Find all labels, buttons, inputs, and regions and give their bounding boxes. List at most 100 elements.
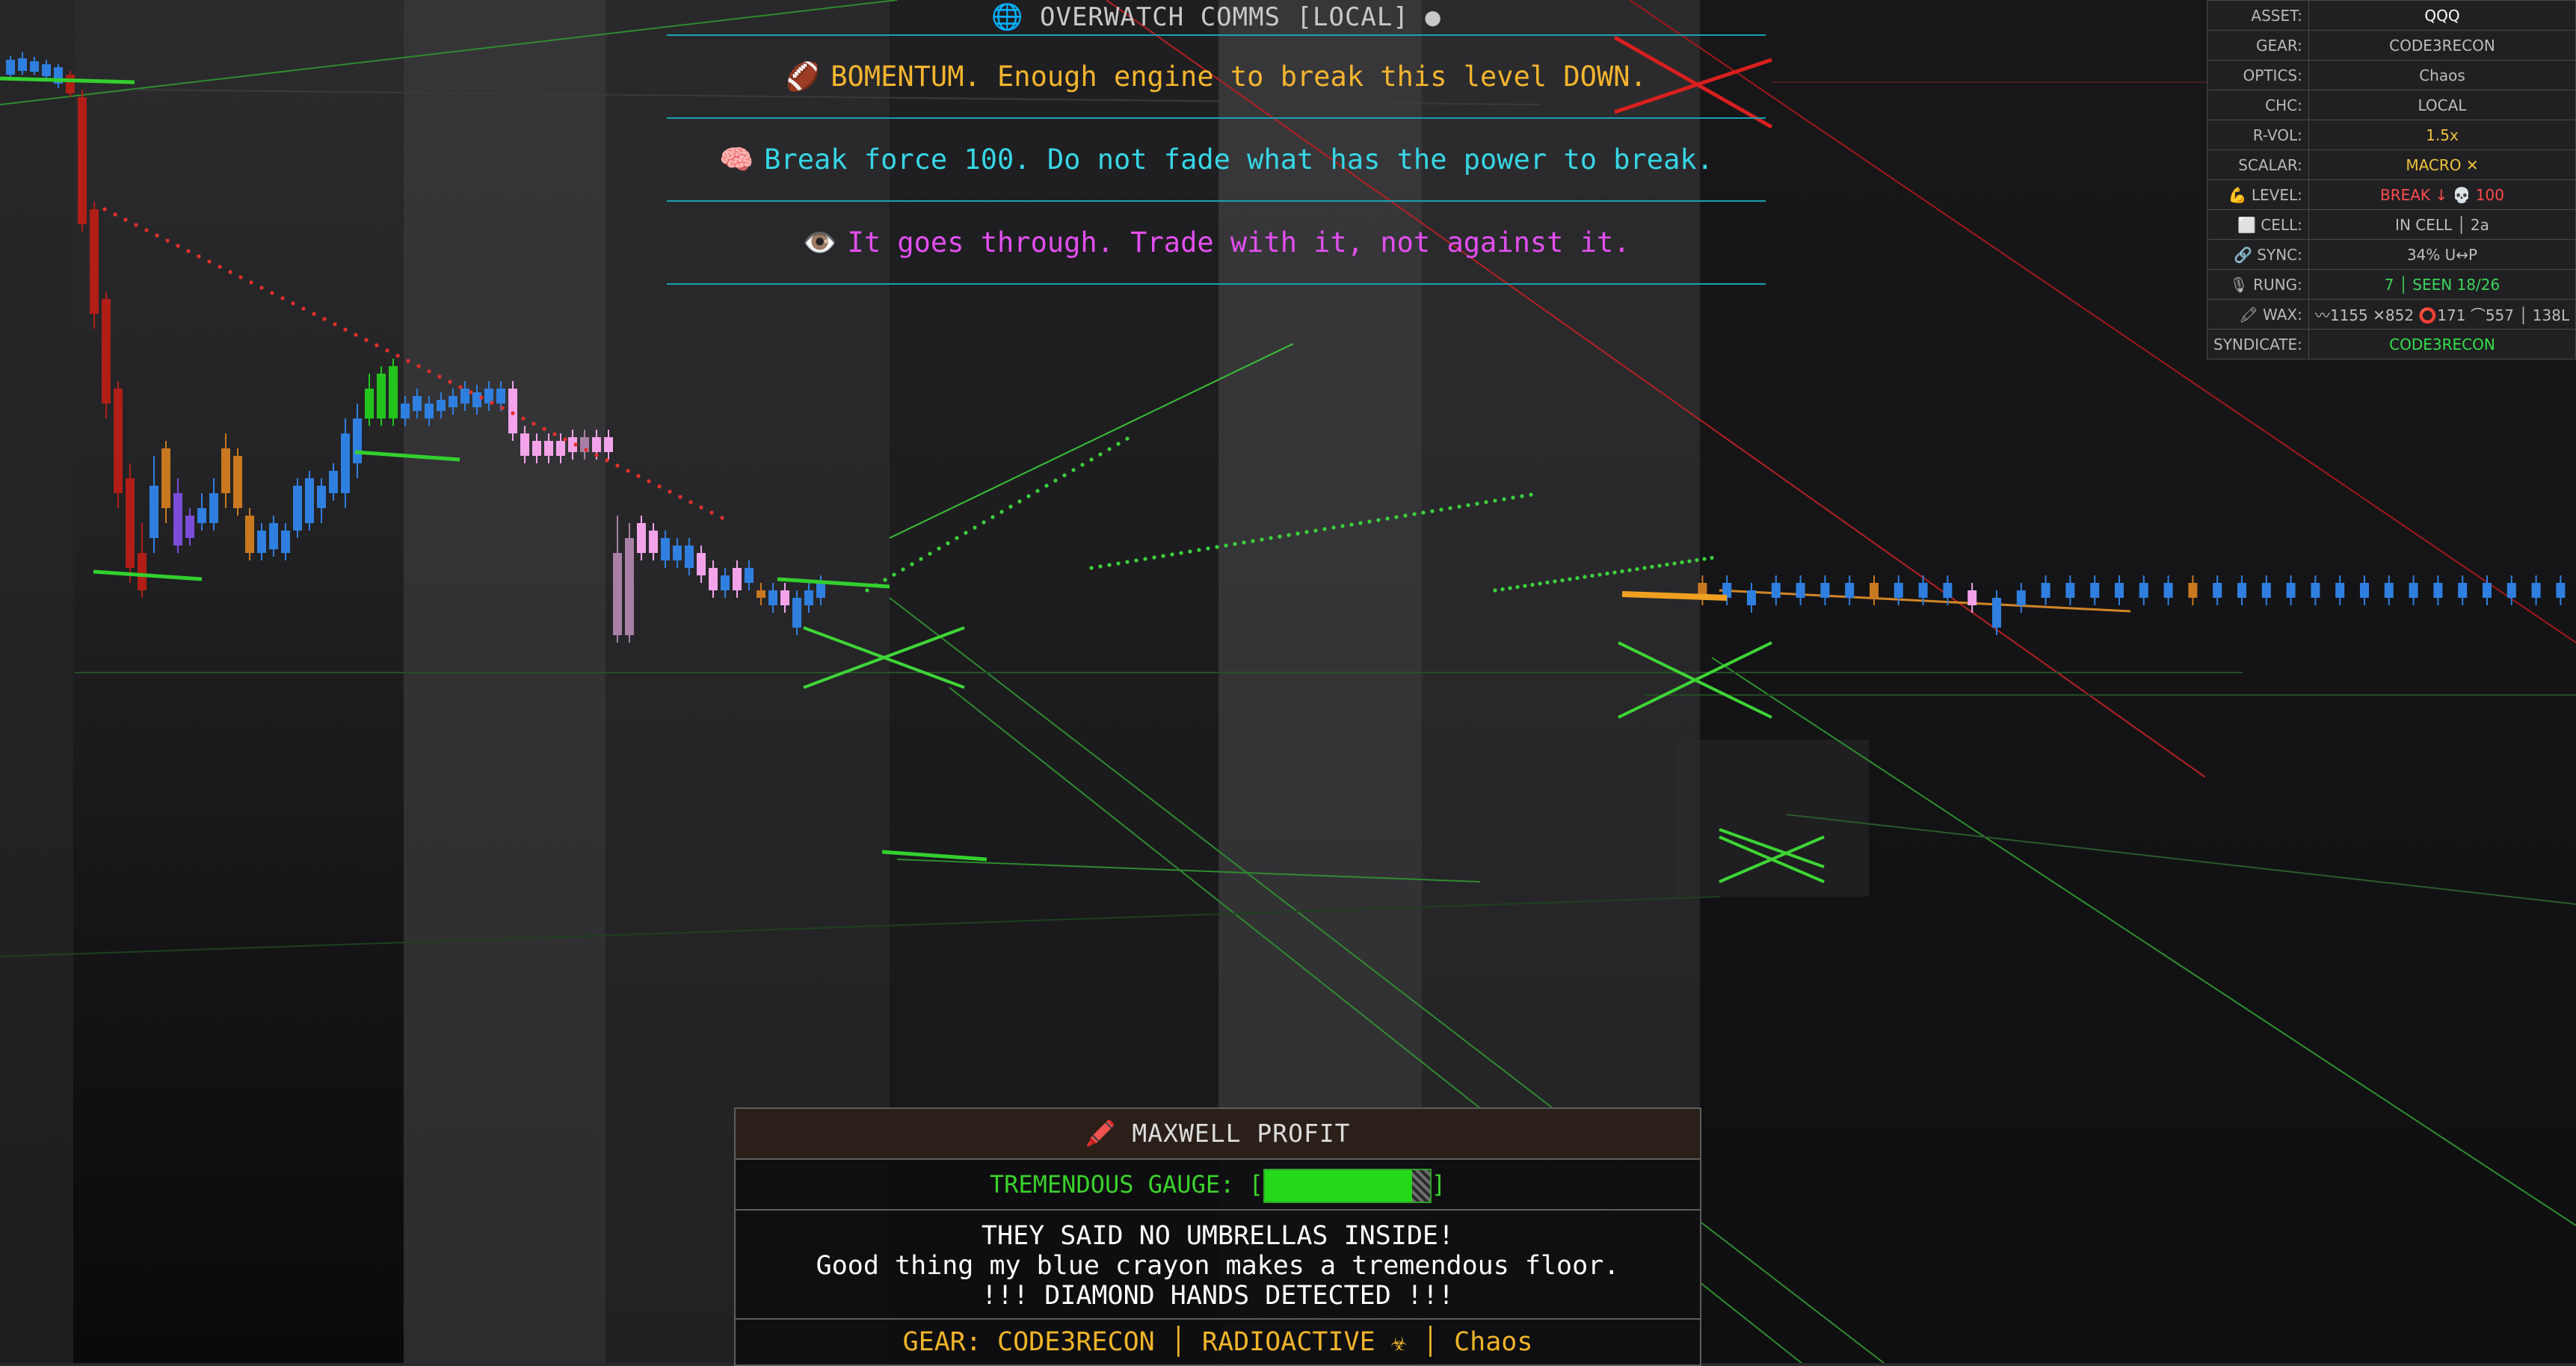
trail-dot [1702, 557, 1707, 561]
candle-body [329, 471, 338, 493]
trail-dot [1125, 560, 1130, 564]
stats-key: CHC: [2207, 90, 2309, 120]
trail-dot [1590, 573, 1594, 578]
tremendous-gauge: TREMENDOUS GAUGE: [] [736, 1160, 1700, 1211]
maxwell-line-1: THEY SAID NO UMBRELLAS INSIDE! [981, 1221, 1455, 1251]
trail-dot [999, 510, 1004, 514]
trail-dot [901, 567, 905, 572]
comms-message-2: 🧠 Break force 100. Do not fade what has t… [667, 119, 1766, 200]
stats-value: LOCAL [2308, 90, 2576, 120]
stats-key: R-VOL: [2207, 120, 2309, 150]
candle-body [114, 389, 123, 493]
trail-dot [1304, 530, 1309, 534]
candle-body [401, 404, 410, 418]
candle-body [1796, 583, 1805, 598]
trail-dot [1089, 566, 1094, 570]
trail-dot [1206, 546, 1210, 551]
candle-body [2065, 583, 2075, 598]
candle-body [768, 590, 777, 605]
trail-dot [1597, 572, 1602, 577]
candle-body [1820, 583, 1830, 598]
trail-dot [144, 228, 149, 232]
candle-body [2506, 583, 2516, 598]
candle-body [6, 60, 15, 75]
trail-dot [1089, 457, 1094, 462]
trail-dot [1612, 570, 1617, 575]
stats-key: 🖍 WAX: [2207, 299, 2309, 330]
candle-body [2384, 583, 2394, 598]
session-band [0, 0, 73, 1363]
candle-body [2261, 583, 2271, 598]
trail-dot [883, 578, 887, 582]
trail-dot [709, 510, 714, 515]
stats-value: QQQ [2308, 0, 2576, 31]
trail-dot [688, 500, 693, 504]
trail-dot [1502, 497, 1506, 501]
stats-value: 7 │ SEEN 18/26 [2308, 269, 2576, 300]
candle-body [804, 590, 813, 605]
candle-body [2016, 590, 2026, 605]
trail-dot [291, 301, 295, 306]
comms-message-3-text: It goes through. Trade with it, not agai… [847, 226, 1630, 259]
trail-dot [1605, 571, 1609, 576]
trail-dot [955, 536, 959, 540]
candle-body [709, 568, 718, 590]
comms-message-3: 👁️ It goes through. Trade with it, not ag… [667, 202, 1766, 283]
stats-row: GEAR: CODE3RECON [2207, 30, 2576, 61]
candle-body [1771, 583, 1781, 598]
trail-dot [626, 469, 630, 473]
trail-dot [1500, 587, 1505, 592]
gauge-bar [1263, 1169, 1432, 1203]
trail-dot [1322, 527, 1327, 531]
trail-dot [552, 432, 557, 436]
trail-dot [207, 259, 212, 264]
stats-value: MACRO ✕ [2308, 149, 2576, 180]
trail-dot [1520, 494, 1524, 498]
trail-dot [113, 212, 117, 217]
crayon-icon: 🖍️ [1085, 1119, 1117, 1148]
trail-dot [1116, 561, 1121, 566]
trail-dot [1545, 580, 1550, 585]
trail-dot [1529, 492, 1533, 497]
stats-key: ASSET: [2207, 0, 2309, 31]
candle-body [1992, 598, 2001, 628]
stats-key: ⬜ CELL: [2207, 209, 2309, 240]
maxwell-line-3: !!! DIAMOND HANDS DETECTED !!! [981, 1281, 1455, 1311]
candle-body [649, 531, 658, 553]
candle-body [221, 448, 230, 493]
trail-dot [615, 463, 620, 468]
trail-dot [1340, 524, 1345, 528]
stats-row: R-VOL: 1.5x [2207, 120, 2576, 150]
trail-dot [301, 306, 306, 311]
candle-body [2237, 583, 2246, 598]
football-icon: 🏈 [786, 61, 821, 93]
trail-dot [1098, 564, 1103, 569]
trail-dot [1650, 564, 1654, 569]
trail-dot [448, 380, 452, 384]
candle-body [1918, 583, 1928, 598]
trail-dot [416, 364, 421, 368]
divider [667, 283, 1766, 285]
trail-dot [238, 275, 243, 279]
trail-dot [584, 448, 588, 452]
candle-body [2286, 583, 2296, 598]
candle-body [520, 433, 529, 456]
candle-body [613, 553, 622, 635]
trail-dot [1665, 562, 1669, 567]
candle-body [2335, 583, 2345, 598]
trail-dot [1511, 495, 1515, 500]
candle-body [1845, 583, 1855, 598]
trail-dot [1672, 561, 1677, 566]
trail-dot [1620, 569, 1624, 574]
candle-body [604, 437, 613, 452]
trail-dot [1331, 525, 1336, 530]
gauge-remainder [1411, 1170, 1430, 1202]
candle-body [2433, 583, 2443, 598]
gauge-close: ] [1431, 1170, 1446, 1199]
candle-body [685, 546, 694, 568]
trail-dot [910, 562, 914, 566]
status-dot-icon: ● [1425, 2, 1441, 32]
trail-dot [1349, 522, 1354, 527]
trail-dot [1071, 468, 1076, 472]
trail-dot [1242, 540, 1246, 545]
